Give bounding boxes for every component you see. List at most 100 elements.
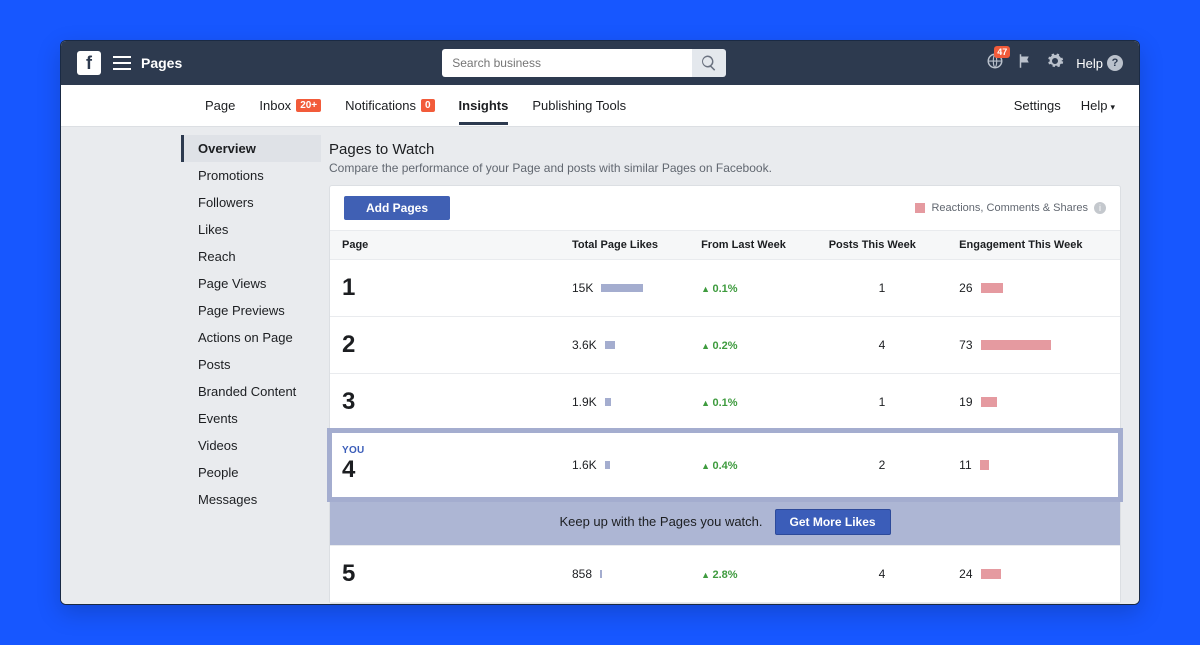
posts-count: 4 [817, 546, 947, 603]
nav-tabs: Page Inbox20+ Notifications0 Insights Pu… [205, 86, 626, 125]
search [442, 49, 726, 77]
globe-icon[interactable]: 47 [986, 52, 1004, 75]
engagement-bar [981, 340, 1051, 350]
likes-bar [601, 284, 643, 292]
rank: 5 [342, 560, 548, 588]
col-header: Posts This Week [817, 231, 947, 260]
table-row[interactable]: 1 15K 0.1% 1 26 [330, 260, 1120, 317]
engagement-bar [981, 569, 1001, 579]
likes-bar [600, 570, 602, 578]
engagement-bar [981, 283, 1003, 293]
cta-text: Keep up with the Pages you watch. [559, 514, 762, 529]
sidebar-item-actions-on-page[interactable]: Actions on Page [181, 324, 321, 351]
rank: 2 [342, 331, 548, 359]
pct-change: 0.1% [701, 397, 738, 409]
main-panel: Pages to Watch Compare the performance o… [321, 127, 1139, 604]
likes-value: 3.6K [572, 338, 597, 352]
likes-value: 858 [572, 567, 592, 581]
sidebar-item-page-views[interactable]: Page Views [181, 270, 321, 297]
tab-insights[interactable]: Insights [459, 86, 509, 125]
table-row[interactable]: 2 3.6K 0.2% 4 73 [330, 317, 1120, 374]
flag-icon[interactable] [1016, 52, 1034, 75]
sidebar-item-likes[interactable]: Likes [181, 216, 321, 243]
cta-row: Keep up with the Pages you watch. Get Mor… [330, 499, 1120, 546]
pct-change: 0.2% [701, 340, 738, 352]
engagement-bar [981, 397, 997, 407]
engagement-value: 19 [959, 395, 972, 409]
notif-badge: 47 [994, 46, 1010, 58]
notif-count-badge: 0 [421, 99, 435, 112]
tab-inbox[interactable]: Inbox20+ [259, 86, 321, 125]
sidebar-item-people[interactable]: People [181, 459, 321, 486]
legend: Reactions, Comments & Shares i [915, 202, 1106, 214]
rank: 1 [342, 274, 548, 302]
posts-count: 1 [817, 374, 947, 431]
top-icon-group: 47 Help? [986, 52, 1123, 75]
sidebar-item-videos[interactable]: Videos [181, 432, 321, 459]
tab-notifications[interactable]: Notifications0 [345, 86, 434, 125]
engagement-value: 73 [959, 338, 972, 352]
sidebar-item-messages[interactable]: Messages [181, 486, 321, 513]
help-icon: ? [1107, 55, 1123, 71]
add-pages-button[interactable]: Add Pages [344, 196, 450, 220]
col-header: Engagement This Week [947, 231, 1120, 260]
col-header: Total Page Likes [560, 231, 689, 260]
search-icon [700, 54, 718, 72]
sidebar-item-events[interactable]: Events [181, 405, 321, 432]
tab-publishing[interactable]: Publishing Tools [532, 86, 626, 125]
rank: 3 [342, 388, 548, 416]
gear-icon[interactable] [1046, 52, 1064, 75]
pct-change: 2.8% [701, 569, 738, 581]
engagement-value: 24 [959, 567, 972, 581]
top-bar: f Pages 47 Help? [61, 41, 1139, 85]
help-link[interactable]: Help? [1076, 55, 1123, 71]
table-row[interactable]: 3 1.9K 0.1% 1 19 [330, 374, 1120, 431]
likes-bar [605, 341, 615, 349]
help-dropdown[interactable]: Help▾ [1081, 98, 1115, 113]
posts-count: 2 [817, 431, 947, 499]
tab-page[interactable]: Page [205, 86, 235, 125]
pages-watch-table: PageTotal Page LikesFrom Last WeekPosts … [330, 231, 1120, 603]
search-input[interactable] [442, 49, 692, 77]
sidebar-item-followers[interactable]: Followers [181, 189, 321, 216]
pct-change: 0.4% [701, 460, 738, 472]
sidebar-item-posts[interactable]: Posts [181, 351, 321, 378]
facebook-logo-icon[interactable]: f [77, 51, 101, 75]
engagement-bar [980, 460, 989, 470]
legend-swatch [915, 203, 925, 213]
inbox-badge: 20+ [296, 99, 321, 112]
likes-bar [605, 461, 610, 469]
sidebar: OverviewPromotionsFollowersLikesReachPag… [181, 127, 321, 604]
get-more-likes-button[interactable]: Get More Likes [775, 509, 891, 535]
hamburger-icon[interactable] [113, 56, 131, 70]
posts-count: 1 [817, 260, 947, 317]
sidebar-item-branded-content[interactable]: Branded Content [181, 378, 321, 405]
sidebar-item-promotions[interactable]: Promotions [181, 162, 321, 189]
nav-bar: Page Inbox20+ Notifications0 Insights Pu… [61, 85, 1139, 127]
likes-value: 1.6K [572, 458, 597, 472]
body: OverviewPromotionsFollowersLikesReachPag… [61, 127, 1139, 604]
rank: 4 [342, 456, 548, 484]
table-row[interactable]: 5 858 2.8% 4 24 [330, 546, 1120, 603]
sidebar-item-reach[interactable]: Reach [181, 243, 321, 270]
sidebar-item-overview[interactable]: Overview [181, 135, 321, 162]
pages-watch-card: Add Pages Reactions, Comments & Shares i… [329, 185, 1121, 604]
engagement-value: 26 [959, 281, 972, 295]
top-app-label: Pages [141, 55, 182, 71]
likes-value: 15K [572, 281, 593, 295]
engagement-value: 11 [959, 458, 971, 472]
info-icon[interactable]: i [1094, 202, 1106, 214]
likes-value: 1.9K [572, 395, 597, 409]
sidebar-item-page-previews[interactable]: Page Previews [181, 297, 321, 324]
table-row[interactable]: YOU4 1.6K 0.4% 2 11 [330, 431, 1120, 499]
posts-count: 4 [817, 317, 947, 374]
col-header: From Last Week [689, 231, 817, 260]
panel-title: Pages to Watch [329, 141, 1121, 158]
panel-desc: Compare the performance of your Page and… [329, 161, 1121, 175]
search-button[interactable] [692, 49, 726, 77]
pct-change: 0.1% [701, 283, 738, 295]
likes-bar [605, 398, 611, 406]
you-label: YOU [342, 445, 548, 456]
settings-link[interactable]: Settings [1014, 98, 1061, 113]
col-header: Page [330, 231, 560, 260]
